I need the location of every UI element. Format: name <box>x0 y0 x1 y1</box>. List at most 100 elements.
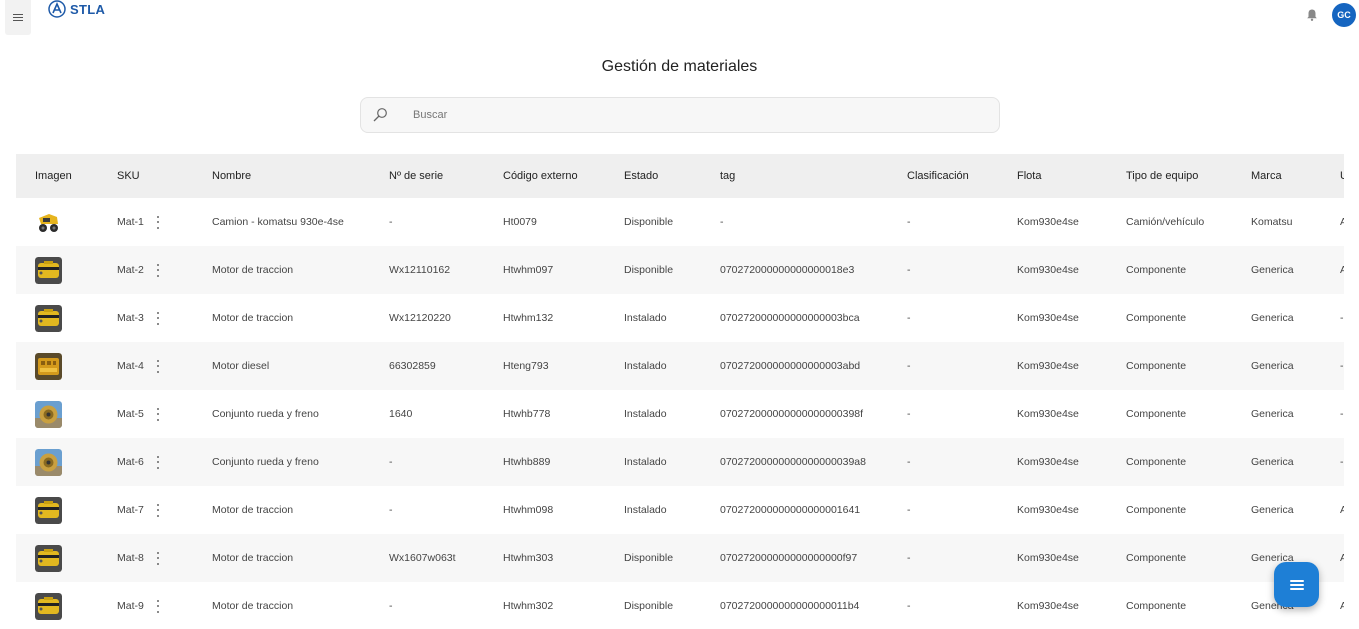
fab-menu-button[interactable] <box>1274 562 1319 607</box>
flota-cell: Kom930e4se <box>1017 504 1079 516</box>
sku-value: Mat-5 <box>117 408 144 420</box>
marca-cell: Generica <box>1251 504 1294 516</box>
tipo-cell: Componente <box>1126 504 1187 516</box>
more-options-icon[interactable] <box>156 359 160 373</box>
estado-cell: Disponible <box>624 552 674 564</box>
sku-cell: Mat-7 <box>117 486 212 534</box>
estado-cell: Instalado <box>624 360 667 372</box>
flota-cell: Kom930e4se <box>1017 552 1079 564</box>
app-logo[interactable]: STLA <box>48 0 105 18</box>
flota-cell: Kom930e4se <box>1017 600 1079 612</box>
table-row[interactable]: Mat-9 Motor de traccion - Htwhm302 Disponibl… <box>16 582 1344 629</box>
table-row[interactable]: Mat-7 Motor de traccion - Htwhm098 Instalado… <box>16 486 1344 534</box>
tag-cell: 07027200000000000000039a8 <box>720 456 866 468</box>
table-row[interactable]: Mat-5 Conjunto rueda y freno 1640 Htwhb778 I… <box>16 390 1344 438</box>
flota-cell: Kom930e4se <box>1017 312 1079 324</box>
material-thumbnail <box>16 390 117 438</box>
serie-cell: Wx1607w063t <box>389 552 456 564</box>
clasificacion-cell: - <box>907 360 911 372</box>
clasificacion-cell: - <box>907 504 911 516</box>
column-header[interactable]: Nombre <box>212 154 389 198</box>
user-avatar[interactable]: GC <box>1332 3 1356 27</box>
logo-icon <box>48 0 66 18</box>
column-header[interactable]: Tipo de equipo <box>1126 154 1251 198</box>
bell-icon[interactable] <box>1305 8 1319 22</box>
more-options-icon[interactable] <box>156 599 160 613</box>
tipo-cell: Componente <box>1126 552 1187 564</box>
app-name: STLA <box>70 1 106 17</box>
tag-cell: 070272000000000000000f97 <box>720 552 858 564</box>
more-options-icon[interactable] <box>156 311 160 325</box>
material-thumbnail <box>16 246 117 294</box>
more-options-icon[interactable] <box>156 407 160 421</box>
search-bar[interactable] <box>360 97 1000 133</box>
sku-cell: Mat-9 <box>117 582 212 629</box>
codigo-cell: Htwhm098 <box>503 504 554 516</box>
table-row[interactable]: Mat-1 Camion - komatsu 930e-4se - Ht0079 Dis… <box>16 198 1344 246</box>
u-cell: A <box>1340 600 1344 612</box>
codigo-cell: Htwhm303 <box>503 552 554 564</box>
more-options-icon[interactable] <box>156 503 160 517</box>
clasificacion-cell: - <box>907 264 911 276</box>
table-row[interactable]: Mat-6 Conjunto rueda y freno - Htwhb889 Inst… <box>16 438 1344 486</box>
material-thumbnail <box>16 486 117 534</box>
u-cell: - <box>1340 360 1344 372</box>
nombre-cell: Conjunto rueda y freno <box>212 408 319 420</box>
table-row[interactable]: Mat-2 Motor de traccion Wx12110162 Htwhm097… <box>16 246 1344 294</box>
search-icon <box>373 108 387 122</box>
codigo-cell: Htwhb778 <box>503 408 551 420</box>
tag-cell: 070272000000000000003bca <box>720 312 860 324</box>
table-row[interactable]: Mat-4 Motor diesel 66302859 Hteng793 Instala… <box>16 342 1344 390</box>
menu-button[interactable] <box>5 0 31 35</box>
nombre-cell: Motor de traccion <box>212 552 294 564</box>
tag-cell: 070272000000000000000398f <box>720 408 864 420</box>
material-image <box>35 544 62 572</box>
material-image <box>35 400 62 428</box>
more-options-icon[interactable] <box>156 215 160 229</box>
table-row[interactable]: Mat-8 Motor de traccion Wx1607w063t Htwhm30… <box>16 534 1344 582</box>
material-image <box>35 592 62 620</box>
serie-cell: - <box>389 504 393 516</box>
sku-value: Mat-9 <box>117 600 144 612</box>
sku-cell: Mat-8 <box>117 534 212 582</box>
more-options-icon[interactable] <box>156 455 160 469</box>
tag-cell: 070272000000000000001641 <box>720 504 861 516</box>
sku-value: Mat-3 <box>117 312 144 324</box>
column-header[interactable]: Estado <box>624 154 720 198</box>
column-header[interactable]: U <box>1340 154 1344 198</box>
material-thumbnail <box>16 438 117 486</box>
search-input[interactable] <box>411 108 975 122</box>
sku-cell: Mat-2 <box>117 246 212 294</box>
marca-cell: Generica <box>1251 264 1294 276</box>
column-header[interactable]: Marca <box>1251 154 1340 198</box>
column-header[interactable]: Flota <box>1017 154 1126 198</box>
more-options-icon[interactable] <box>156 263 160 277</box>
tipo-cell: Componente <box>1126 408 1187 420</box>
column-header[interactable]: tag <box>720 154 907 198</box>
column-header[interactable]: Imagen <box>16 154 117 198</box>
nombre-cell: Motor de traccion <box>212 312 294 324</box>
column-header[interactable]: Código externo <box>503 154 624 198</box>
estado-cell: Disponible <box>624 264 674 276</box>
estado-cell: Instalado <box>624 312 667 324</box>
column-header[interactable]: SKU <box>117 154 212 198</box>
tag-cell: 0702720000000000000011b4 <box>720 600 860 612</box>
tipo-cell: Componente <box>1126 600 1187 612</box>
serie-cell: 1640 <box>389 408 413 420</box>
material-thumbnail <box>16 582 117 629</box>
marca-cell: Generica <box>1251 408 1294 420</box>
marca-cell: Komatsu <box>1251 216 1293 228</box>
tipo-cell: Componente <box>1126 264 1187 276</box>
list-menu-icon <box>1289 579 1304 590</box>
column-header[interactable]: Nº de serie <box>389 154 503 198</box>
clasificacion-cell: - <box>907 216 911 228</box>
estado-cell: Disponible <box>624 600 674 612</box>
table-row[interactable]: Mat-3 Motor de traccion Wx12120220 Htwhm132… <box>16 294 1344 342</box>
column-header[interactable]: Clasificación <box>907 154 1017 198</box>
clasificacion-cell: - <box>907 600 911 612</box>
sku-value: Mat-2 <box>117 264 144 276</box>
nombre-cell: Motor de traccion <box>212 600 294 612</box>
more-options-icon[interactable] <box>156 551 160 565</box>
sku-cell: Mat-6 <box>117 438 212 486</box>
table-header-row: Imagen SKU Nombre Nº de serie Código externo… <box>16 154 1344 198</box>
